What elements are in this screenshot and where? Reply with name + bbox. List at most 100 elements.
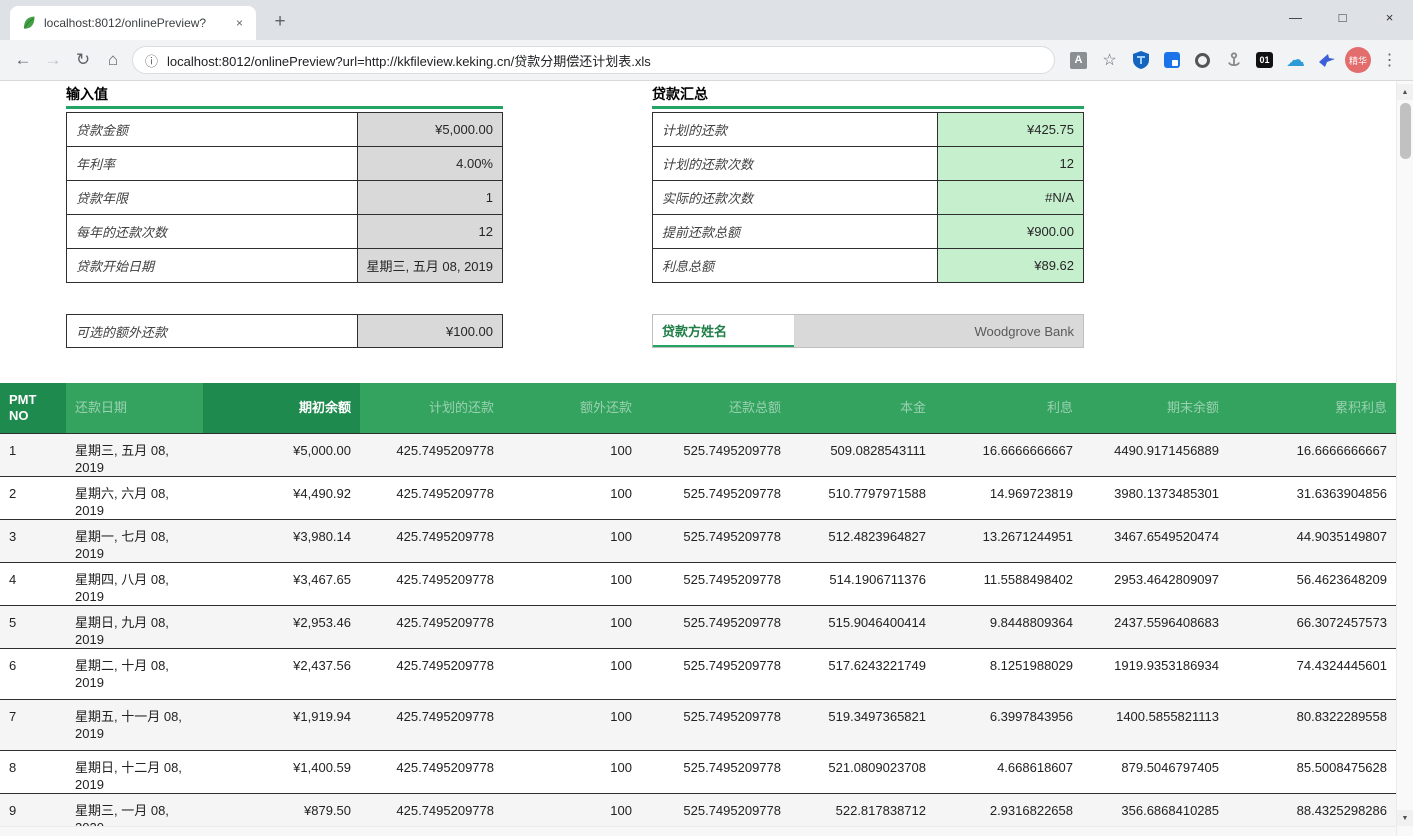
cell-payment-date: 星期四, 八月 08, 2019 (66, 562, 203, 605)
cell-pmt-no: 6 (0, 648, 66, 699)
url-text[interactable]: localhost:8012/onlinePreview?url=http://… (167, 51, 651, 70)
input-value: 星期三, 五月 08, 2019 (357, 249, 502, 282)
notes-extension-icon[interactable]: 01 (1251, 47, 1278, 74)
cell-scheduled-payment: 425.7495209778 (360, 648, 503, 699)
cell-payment-date: 星期六, 六月 08, 2019 (66, 476, 203, 519)
scroll-down-icon[interactable]: ▼ (1397, 810, 1413, 826)
cell-cumulative-interest: 80.8322289558 (1228, 699, 1396, 750)
header-cumulative-interest: 累积利息 (1228, 383, 1396, 433)
lender-panel: 贷款方姓名 Woodgrove Bank (652, 314, 1084, 348)
schedule-row: 5 星期日, 九月 08, 2019 ¥2,953.46 425.7495209… (0, 605, 1396, 648)
amortization-table: PMT NO 还款日期 期初余额 计划的还款 额外还款 还款总额 本金 利息 期… (0, 383, 1396, 836)
cell-pmt-no: 5 (0, 605, 66, 648)
cell-ending-balance: 1919.9353186934 (1082, 648, 1228, 699)
cloud-extension-icon[interactable]: ☁ (1282, 47, 1309, 74)
browser-menu-icon[interactable]: ⋮ (1376, 47, 1403, 74)
loan-summary-panel: 贷款汇总 计划的还款 ¥425.75 计划的还款次数 12 实际的还款次数 #N… (652, 84, 1084, 283)
profile-avatar[interactable]: 精华 (1345, 47, 1371, 73)
summary-row: 利息总额 ¥89.62 (653, 249, 1083, 283)
cell-total-payment: 525.7495209778 (641, 648, 790, 699)
cell-total-payment: 525.7495209778 (641, 605, 790, 648)
cell-pmt-no: 8 (0, 750, 66, 793)
cell-ending-balance: 3980.1373485301 (1082, 476, 1228, 519)
header-total-payment: 还款总额 (641, 383, 790, 433)
translate-icon[interactable]: A (1065, 47, 1092, 74)
header-ending-balance: 期末余额 (1082, 383, 1228, 433)
header-pmt-no: PMT NO (0, 383, 66, 433)
cell-beginning-balance: ¥1,919.94 (203, 699, 360, 750)
summary-value: ¥900.00 (937, 215, 1083, 248)
cell-payment-date: 星期日, 十二月 08, 2019 (66, 750, 203, 793)
cell-payment-date: 星期五, 十一月 08, 2019 (66, 699, 203, 750)
summary-value: ¥425.75 (937, 113, 1083, 146)
input-label: 年利率 (67, 147, 357, 180)
ime-extension-icon[interactable] (1158, 47, 1185, 74)
cell-payment-date: 星期二, 十月 08, 2019 (66, 648, 203, 699)
cell-ending-balance: 2953.4642809097 (1082, 562, 1228, 605)
header-payment-date: 还款日期 (66, 383, 203, 433)
site-info-icon[interactable]: ⓘ (145, 51, 158, 70)
home-button[interactable]: ⌂ (98, 45, 128, 75)
cell-extra-payment: 100 (503, 433, 641, 476)
new-tab-button[interactable]: + (266, 8, 294, 36)
cell-ending-balance: 4490.9171456889 (1082, 433, 1228, 476)
cell-principal: 517.6243221749 (790, 648, 935, 699)
cell-interest: 9.8448809364 (935, 605, 1082, 648)
header-extra-payment: 额外还款 (503, 383, 641, 433)
cell-payment-date: 星期三, 五月 08, 2019 (66, 433, 203, 476)
cell-principal: 512.4823964827 (790, 519, 935, 562)
address-bar[interactable]: ⓘ localhost:8012/onlinePreview?url=http:… (132, 46, 1055, 74)
cell-extra-payment: 100 (503, 699, 641, 750)
input-row: 每年的还款次数 12 (67, 215, 502, 249)
cell-cumulative-interest: 85.5008475628 (1228, 750, 1396, 793)
summary-label: 提前还款总额 (653, 215, 937, 248)
window-maximize-button[interactable]: □ (1319, 0, 1366, 34)
cell-scheduled-payment: 425.7495209778 (360, 476, 503, 519)
input-values-panel: 输入值 贷款金额 ¥5,000.00 年利率 4.00% 贷款年限 1 (66, 84, 503, 283)
cell-cumulative-interest: 16.6666666667 (1228, 433, 1396, 476)
input-label: 贷款年限 (67, 181, 357, 214)
opera-extension-icon[interactable] (1189, 47, 1216, 74)
cell-payment-date: 星期一, 七月 08, 2019 (66, 519, 203, 562)
summary-label: 计划的还款 (653, 113, 937, 146)
cell-total-payment: 525.7495209778 (641, 699, 790, 750)
bookmark-star-icon[interactable]: ☆ (1096, 47, 1123, 74)
lender-label: 贷款方姓名 (653, 315, 794, 347)
scrollbar-thumb[interactable] (1400, 103, 1411, 159)
extra-payment-panel: 可选的额外还款 ¥100.00 (66, 314, 503, 348)
window-minimize-button[interactable]: — (1272, 0, 1319, 34)
back-button[interactable]: ← (8, 45, 38, 75)
cell-cumulative-interest: 56.4623648209 (1228, 562, 1396, 605)
shield-extension-icon[interactable] (1127, 47, 1154, 74)
horizontal-scrollbar[interactable] (0, 826, 1396, 836)
bird-extension-icon[interactable] (1313, 47, 1340, 74)
cell-pmt-no: 7 (0, 699, 66, 750)
browser-tab[interactable]: localhost:8012/onlinePreview? × (10, 6, 256, 40)
cell-extra-payment: 100 (503, 519, 641, 562)
summary-section-title: 贷款汇总 (652, 84, 1084, 104)
header-interest: 利息 (935, 383, 1082, 433)
tab-title: localhost:8012/onlinePreview? (44, 16, 224, 30)
vertical-scrollbar[interactable]: ▲ ▼ (1396, 81, 1413, 836)
cell-principal: 521.0809023708 (790, 750, 935, 793)
cell-total-payment: 525.7495209778 (641, 519, 790, 562)
input-row: 贷款金额 ¥5,000.00 (67, 113, 502, 147)
schedule-row: 4 星期四, 八月 08, 2019 ¥3,467.65 425.7495209… (0, 562, 1396, 605)
refresh-button[interactable]: ↻ (68, 45, 98, 75)
cell-principal: 514.1906711376 (790, 562, 935, 605)
cell-beginning-balance: ¥2,953.46 (203, 605, 360, 648)
anchor-extension-icon[interactable] (1220, 47, 1247, 74)
input-value: 1 (357, 181, 502, 214)
browser-titlebar: localhost:8012/onlinePreview? × + — □ × (0, 0, 1413, 40)
tab-close-icon[interactable]: × (231, 15, 248, 32)
summary-section-underline (652, 106, 1084, 109)
scroll-up-icon[interactable]: ▲ (1397, 84, 1413, 100)
kkfileview-leaf-favicon (21, 15, 37, 31)
cell-interest: 8.1251988029 (935, 648, 1082, 699)
cell-total-payment: 525.7495209778 (641, 433, 790, 476)
window-close-button[interactable]: × (1366, 0, 1413, 34)
cell-beginning-balance: ¥3,980.14 (203, 519, 360, 562)
forward-button[interactable]: → (38, 45, 68, 75)
summary-label: 利息总额 (653, 249, 937, 282)
cell-beginning-balance: ¥1,400.59 (203, 750, 360, 793)
